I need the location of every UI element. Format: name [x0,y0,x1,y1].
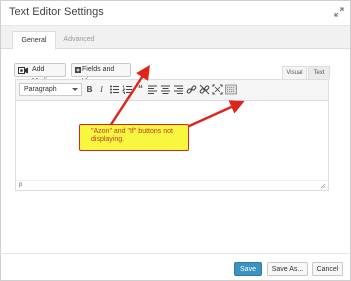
element-path[interactable]: p [19,181,22,190]
remove-link-icon[interactable] [199,84,210,95]
plus-square-icon [75,66,81,79]
fullscreen-icon[interactable] [212,84,223,95]
footer-divider [0,253,349,254]
visual-mode-tab[interactable]: Visual [282,66,307,79]
save-button[interactable]: Save [234,262,262,276]
dialog-title-bar: Text Editor Settings [1,1,350,26]
blockquote-icon[interactable]: “ [135,84,146,95]
chevron-down-icon [72,88,78,91]
editor-status-bar: p [16,180,328,190]
editor-toolbar: Paragraph B I “ [16,80,328,101]
add-media-button[interactable]: Add Media [14,63,66,85]
cancel-button[interactable]: Cancel [312,262,343,276]
bold-icon[interactable]: B [84,84,95,95]
numbered-list-icon[interactable] [122,84,133,95]
bullet-list-icon[interactable] [109,84,120,95]
media-camera-icon [18,66,29,80]
resize-grip-icon[interactable] [320,183,326,189]
save-as-button[interactable]: Save As... [267,262,308,276]
align-center-icon[interactable] [160,84,171,95]
format-select[interactable]: Paragraph [19,83,82,96]
annotation-callout: "Azon" and "If" buttons not displaying. [79,124,189,151]
text-mode-tab[interactable]: Text [308,66,330,79]
format-select-value: Paragraph [24,86,57,93]
italic-icon[interactable]: I [96,84,107,95]
fields-and-views-button[interactable]: Fields and Views [71,63,131,85]
settings-tabs: General Advanced [1,26,350,50]
align-left-icon[interactable] [147,84,158,95]
dialog-title: Text Editor Settings [9,6,104,18]
tab-advanced[interactable]: Advanced [59,31,99,48]
tab-general[interactable]: General [12,31,56,50]
insert-link-icon[interactable] [186,84,197,95]
expand-icon[interactable] [334,7,344,17]
align-right-icon[interactable] [173,84,184,95]
toolbar-toggle-icon[interactable] [225,84,237,95]
